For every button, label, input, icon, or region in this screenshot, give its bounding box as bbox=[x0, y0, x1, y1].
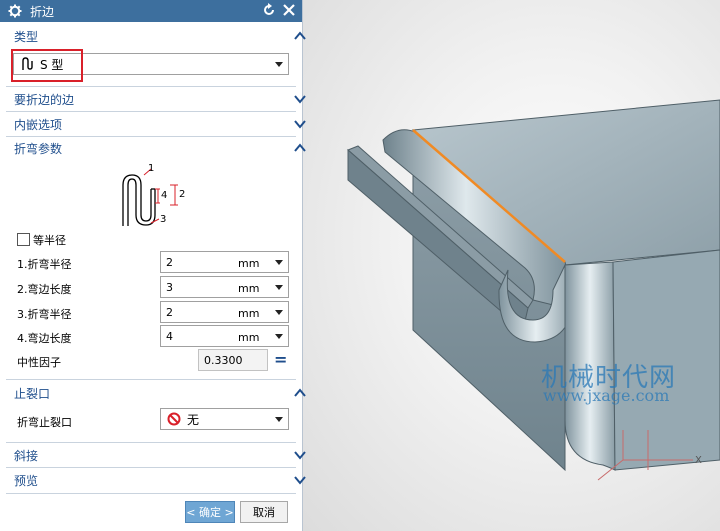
section-miter-label: 斜接 bbox=[14, 448, 39, 463]
graphics-viewport[interactable]: 机械时代网 www.jxage.com X bbox=[303, 0, 720, 531]
cancel-button[interactable]: 取消 bbox=[240, 501, 288, 523]
param-label-4: 4.弯边长度 bbox=[17, 332, 72, 345]
equal-radius-label: 等半径 bbox=[33, 234, 66, 247]
divider bbox=[6, 493, 296, 494]
diagram-label-2: 2 bbox=[179, 189, 186, 200]
param-input-3[interactable]: 2 mm bbox=[160, 301, 289, 323]
dialog-titlebar: 折边 bbox=[0, 0, 302, 22]
dropdown-arrow-icon[interactable] bbox=[275, 62, 283, 67]
dropdown-arrow-icon[interactable] bbox=[275, 310, 283, 315]
ok-button[interactable]: < 确定 > bbox=[185, 501, 235, 523]
no-symbol-icon bbox=[167, 412, 181, 426]
param-label-1: 1.折弯半径 bbox=[17, 258, 72, 271]
section-edges[interactable]: 要折边的边 bbox=[0, 87, 316, 111]
neutral-factor-input[interactable]: 0.3300 bbox=[198, 349, 268, 371]
param-label-3: 3.折弯半径 bbox=[17, 308, 72, 321]
chevron-down-icon[interactable] bbox=[294, 474, 306, 486]
param-unit-1: mm bbox=[238, 257, 260, 270]
chevron-up-icon[interactable] bbox=[294, 387, 306, 399]
neutral-factor-value: 0.3300 bbox=[204, 354, 243, 367]
section-edges-label: 要折边的边 bbox=[14, 92, 75, 107]
section-inset[interactable]: 内嵌选项 bbox=[0, 112, 316, 136]
param-value-3: 2 bbox=[166, 306, 173, 319]
chevron-up-icon[interactable] bbox=[294, 30, 306, 42]
param-value-1: 2 bbox=[166, 256, 173, 269]
section-miter[interactable]: 斜接 bbox=[0, 443, 316, 467]
param-input-2[interactable]: 3 mm bbox=[160, 276, 289, 298]
section-type-label: 类型 bbox=[14, 29, 39, 44]
param-label-2: 2.弯边长度 bbox=[17, 283, 72, 296]
watermark-url: www.jxage.com bbox=[543, 386, 670, 405]
bend-relief-label: 折弯止裂口 bbox=[17, 416, 72, 429]
param-value-4: 4 bbox=[166, 330, 173, 343]
param-unit-4: mm bbox=[238, 331, 260, 344]
param-unit-3: mm bbox=[238, 307, 260, 320]
section-relief-label: 止裂口 bbox=[14, 386, 51, 401]
equal-radius-checkbox[interactable] bbox=[17, 233, 30, 246]
sheet-metal-model bbox=[347, 99, 720, 481]
highlight-box bbox=[11, 49, 83, 82]
flange-dialog: 折边 类型 S 型 要折边的边 内嵌选项 折弯参数 1 4 2 3 等半径 1.… bbox=[0, 0, 306, 531]
param-value-2: 3 bbox=[166, 281, 173, 294]
divider bbox=[6, 379, 296, 380]
section-type[interactable]: 类型 bbox=[0, 24, 316, 48]
param-input-4[interactable]: 4 mm bbox=[160, 325, 289, 347]
param-input-1[interactable]: 2 mm bbox=[160, 251, 289, 273]
section-preview-label: 预览 bbox=[14, 473, 39, 488]
dropdown-arrow-icon[interactable] bbox=[275, 260, 283, 265]
bend-diagram: 1 4 2 3 bbox=[115, 163, 195, 229]
chevron-up-icon[interactable] bbox=[294, 142, 306, 154]
section-relief[interactable]: 止裂口 bbox=[0, 381, 316, 405]
diagram-label-4: 4 bbox=[161, 190, 168, 201]
axis-x-label: X bbox=[695, 455, 702, 466]
bend-relief-select[interactable]: 无 bbox=[160, 408, 289, 430]
reset-icon[interactable] bbox=[262, 3, 276, 17]
dropdown-arrow-icon[interactable] bbox=[275, 285, 283, 290]
bend-relief-value: 无 bbox=[187, 412, 200, 427]
close-icon[interactable] bbox=[282, 3, 296, 17]
dropdown-arrow-icon[interactable] bbox=[275, 334, 283, 339]
neutral-factor-label: 中性因子 bbox=[17, 356, 61, 369]
diagram-label-3: 3 bbox=[160, 214, 167, 225]
section-bend-params[interactable]: 折弯参数 bbox=[0, 136, 316, 160]
formula-eq-button[interactable]: = bbox=[274, 350, 287, 369]
section-bend-params-label: 折弯参数 bbox=[14, 141, 63, 156]
chevron-down-icon[interactable] bbox=[294, 93, 306, 105]
diagram-label-1: 1 bbox=[148, 163, 155, 174]
chevron-down-icon[interactable] bbox=[294, 449, 306, 461]
dropdown-arrow-icon[interactable] bbox=[275, 417, 283, 422]
section-preview[interactable]: 预览 bbox=[0, 468, 316, 492]
param-unit-2: mm bbox=[238, 282, 260, 295]
section-inset-label: 内嵌选项 bbox=[14, 117, 63, 132]
dialog-title: 折边 bbox=[30, 4, 55, 19]
gear-icon[interactable] bbox=[8, 4, 22, 18]
chevron-down-icon[interactable] bbox=[294, 118, 306, 130]
